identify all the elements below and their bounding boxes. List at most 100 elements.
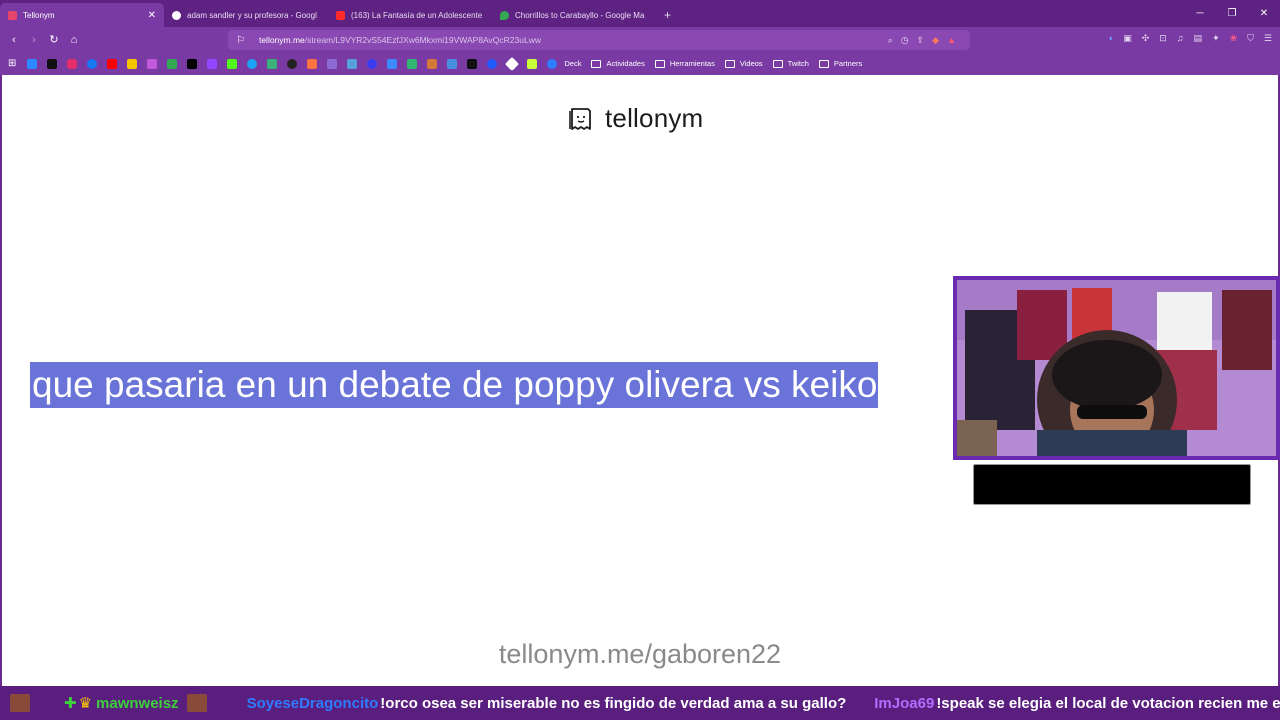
screenshot-icon[interactable]: ⊡	[1159, 33, 1167, 44]
bookmarks-bar: ⊞ Deck Actividades Herramientas Videos T…	[0, 52, 1280, 75]
folder-icon	[654, 59, 665, 68]
forward-icon[interactable]: ›	[24, 34, 44, 46]
bookmark-folder-actividades[interactable]: Actividades	[591, 59, 645, 68]
bookmark-folder-partners[interactable]: Partners	[818, 59, 862, 68]
bookmark-favicon-icon[interactable]	[27, 58, 38, 69]
emote-icon	[10, 694, 30, 712]
sparkle-icon[interactable]: ✦	[1212, 33, 1220, 44]
swirl-icon[interactable]: ❀	[1230, 33, 1238, 44]
bookmark-favicon-icon[interactable]	[247, 58, 258, 69]
tab-youtube[interactable]: (163) La Fantasía de un Adolescente	[328, 3, 492, 27]
share-icon[interactable]: ⇪	[917, 35, 925, 46]
webcam-video	[957, 280, 1276, 456]
tab-title: (163) La Fantasía de un Adolescente	[351, 10, 483, 20]
chat-username: SoyeseDragoncito	[246, 694, 379, 712]
bookmark-favicon-icon[interactable]	[387, 58, 398, 69]
bookmark-favicon-icon[interactable]	[527, 58, 538, 69]
tab-google-search[interactable]: adam sandler y su profesora - Googl	[164, 3, 328, 27]
bookmark-favicon-icon[interactable]	[267, 58, 278, 69]
bookmark-favicon-icon[interactable]	[327, 58, 338, 69]
folder-label: Herramientas	[669, 59, 715, 68]
history-icon[interactable]: ◷	[901, 35, 909, 46]
folder-label: Actividades	[606, 59, 645, 68]
webcam-overlay	[953, 276, 1280, 460]
x-twitter-icon[interactable]	[187, 58, 198, 69]
chat-username: mawnweisz	[96, 694, 179, 712]
youtube-icon[interactable]	[107, 58, 118, 69]
tab-title: Tellonym	[23, 10, 55, 20]
bookmark-favicon-icon[interactable]	[367, 58, 378, 69]
address-bar[interactable]: ⚐ tellonym.me /stream/L9VYR2vS54EzfJXw6M…	[228, 30, 970, 50]
apps-grid-icon[interactable]: ⊞	[8, 58, 16, 69]
drive-icon[interactable]	[167, 58, 178, 69]
chat-message: !speak se elegia el local de votacion re…	[936, 694, 1280, 712]
chat-username: ImJoa69	[874, 694, 935, 712]
instagram-icon[interactable]	[67, 58, 78, 69]
bookmark-favicon-icon[interactable]	[447, 58, 458, 69]
logo-wordmark: tellonym	[605, 103, 704, 133]
address-bar-actions: ⌕ ◷ ⇪ ◆ ▲	[888, 35, 956, 46]
webcam-scene	[957, 280, 1276, 456]
folder-icon	[724, 59, 735, 68]
tab-google-maps[interactable]: Chorrillos to Carabayllo - Google Ma	[492, 3, 656, 27]
bookmark-favicon-icon[interactable]	[307, 58, 318, 69]
emote-icon	[186, 694, 207, 712]
bookmark-favicon-icon[interactable]	[505, 56, 520, 71]
tab-tellonym[interactable]: Tellonym ✕	[0, 3, 164, 27]
new-tab-button[interactable]: +	[656, 8, 677, 27]
wallet-icon[interactable]: ▤	[1194, 33, 1203, 44]
bookmark-icon[interactable]: ⚐	[236, 35, 245, 46]
bookmark-favicon-icon[interactable]	[487, 58, 498, 69]
folder-label: Videos	[739, 59, 763, 68]
bookmark-folder-twitch[interactable]: Twitch	[772, 59, 809, 68]
music-icon[interactable]: ♫	[1177, 33, 1184, 44]
reload-icon[interactable]: ↻	[44, 33, 64, 46]
bookmark-favicon-icon[interactable]	[467, 58, 478, 69]
profile-link[interactable]: tellonym.me/gaboren22	[2, 639, 1278, 670]
url-path: /stream/L9VYR2vS54EzfJXw6Mkxmi19VWAP8AvQ…	[304, 35, 541, 45]
minimize-icon[interactable]: ─	[1184, 0, 1216, 27]
bookmark-favicon-icon[interactable]	[347, 58, 358, 69]
close-window-icon[interactable]: ✕	[1248, 0, 1280, 27]
kick-icon[interactable]	[227, 58, 238, 69]
extension-icon[interactable]: ▣	[1123, 33, 1132, 44]
tiktok-icon[interactable]	[47, 58, 58, 69]
tab-title: adam sandler y su profesora - Googl	[187, 10, 317, 20]
bookmark-favicon-icon[interactable]	[147, 58, 158, 69]
back-icon[interactable]: ‹	[4, 34, 24, 46]
audio-extension-icon[interactable]: ◖	[1108, 33, 1113, 44]
alert-overlay-box	[973, 464, 1251, 505]
tab-title: Chorrillos to Carabayllo - Google Ma	[515, 10, 645, 20]
bookmark-favicon-icon[interactable]	[287, 58, 298, 69]
maps-favicon-icon	[500, 10, 509, 20]
menu-icon[interactable]: ☰	[1264, 33, 1272, 44]
yellow-bookmark-icon[interactable]	[127, 58, 138, 69]
bookmark-deck[interactable]: Deck	[564, 59, 581, 68]
home-icon[interactable]: ⌂	[64, 34, 84, 46]
shield-icon[interactable]: ⛉	[1247, 33, 1254, 44]
bookmark-folder-videos[interactable]: Videos	[724, 59, 763, 68]
folder-icon	[818, 59, 829, 68]
question-text: que pasaria en un debate de poppy oliver…	[30, 362, 879, 408]
google-favicon-icon	[172, 10, 181, 20]
window-controls: ─ ❐ ✕	[1184, 0, 1280, 27]
close-tab-icon[interactable]: ✕	[148, 10, 156, 21]
twitch-icon[interactable]	[207, 58, 218, 69]
chat-message: !orco osea ser miserable no es fingido d…	[380, 694, 847, 712]
facebook-icon[interactable]	[87, 58, 98, 69]
deck-icon[interactable]	[547, 58, 558, 69]
puzzle-icon[interactable]: ✣	[1142, 33, 1150, 44]
extensions-toolbar: ◖ ▣ ✣ ⊡ ♫ ▤ ✦ ❀ ⛉ ☰	[1108, 33, 1272, 44]
url-host: tellonym.me	[258, 35, 305, 45]
brave-shields-icon[interactable]: ◆	[932, 35, 939, 46]
zoom-icon[interactable]: ⌕	[888, 35, 893, 46]
chat-bookmark-icon[interactable]	[407, 58, 418, 69]
tellonym-logo[interactable]: tellonym	[567, 103, 703, 134]
restore-icon[interactable]: ❐	[1216, 0, 1248, 27]
bookmark-favicon-icon[interactable]	[427, 58, 438, 69]
navigation-bar: ‹ › ↻ ⌂ ⚐ tellonym.me /stream/L9VYR2vS54…	[0, 27, 1280, 52]
rewards-icon[interactable]: ▲	[947, 35, 956, 46]
tellonym-favicon-icon	[8, 10, 17, 20]
bookmark-folder-herramientas[interactable]: Herramientas	[654, 59, 715, 68]
folder-icon	[772, 59, 783, 68]
